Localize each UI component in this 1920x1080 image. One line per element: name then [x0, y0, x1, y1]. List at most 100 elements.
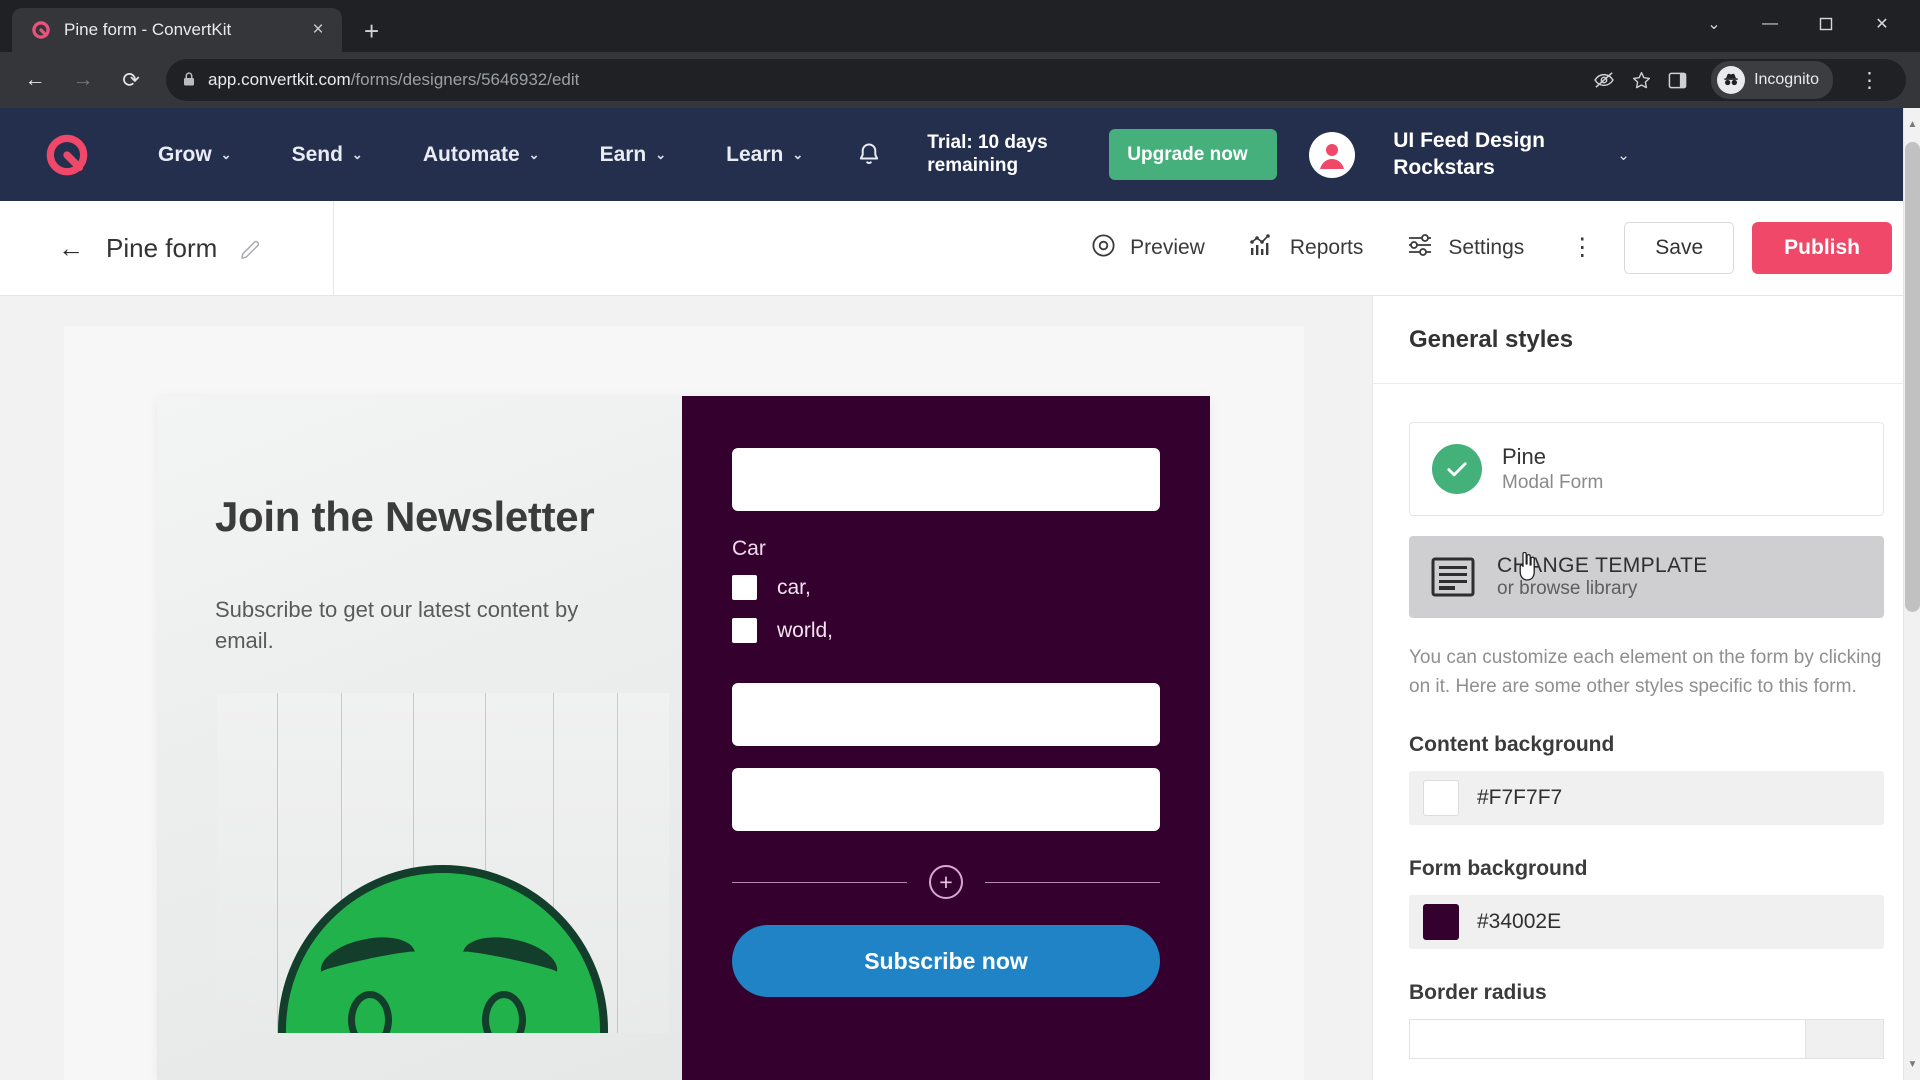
editor-workarea: Join the Newsletter Subscribe to get our… [0, 296, 1920, 1080]
back-icon[interactable]: ← [14, 59, 56, 101]
styles-panel: General styles Pine Modal Form CHANGE TE… [1372, 296, 1920, 1080]
minimize-icon[interactable]: — [1742, 4, 1798, 44]
chevron-down-icon[interactable]: ⌄ [1686, 4, 1742, 44]
scroll-up-icon[interactable]: ▲ [1904, 114, 1920, 134]
preview-label: Preview [1130, 236, 1205, 259]
profile-chip[interactable]: Incognito [1711, 61, 1833, 99]
plus-circle-icon[interactable]: + [929, 865, 963, 899]
add-block-divider: + [732, 865, 1160, 899]
subscribe-button[interactable]: Subscribe now [732, 925, 1160, 997]
preview-button[interactable]: Preview [1068, 232, 1227, 265]
browser-tabstrip: Pine form - ConvertKit × + ⌄ — ✕ [0, 0, 1920, 52]
save-button[interactable]: Save [1624, 222, 1735, 274]
form-content-side[interactable]: Join the Newsletter Subscribe to get our… [157, 396, 682, 1080]
upgrade-button[interactable]: Upgrade now [1109, 128, 1278, 181]
checkbox-box[interactable] [732, 575, 757, 600]
page-viewport: Grow ⌄ Send ⌄ Automate ⌄ Earn ⌄ Learn ⌄ Trial… [0, 108, 1920, 1080]
address-bar[interactable]: app.convertkit.com/forms/designers/56469… [166, 59, 1906, 101]
star-icon[interactable] [1631, 70, 1652, 91]
checkbox-box[interactable] [732, 618, 757, 643]
form-headline[interactable]: Join the Newsletter [215, 492, 624, 542]
border-radius-unit[interactable] [1805, 1020, 1883, 1059]
page-scrollbar[interactable]: ▲ ▼ [1903, 108, 1920, 1080]
more-options-icon[interactable]: ⋮ [1546, 236, 1618, 260]
browser-menu-icon[interactable]: ⋮ [1849, 68, 1890, 93]
scroll-down-icon[interactable]: ▼ [1904, 1054, 1920, 1074]
checkbox-group-label: Car [732, 537, 766, 560]
change-template-button[interactable]: CHANGE TEMPLATE or browse library [1409, 536, 1884, 619]
content-background-value: #F7F7F7 [1477, 786, 1563, 810]
current-template-card[interactable]: Pine Modal Form [1409, 422, 1884, 517]
convertkit-logo[interactable] [40, 128, 94, 182]
checkbox-option-world[interactable]: world, [732, 618, 1160, 643]
nav-item-learn[interactable]: Learn ⌄ [696, 143, 833, 167]
chevron-down-icon: ⌄ [655, 146, 667, 162]
close-window-icon[interactable]: ✕ [1854, 4, 1910, 44]
form-modal-preview: Join the Newsletter Subscribe to get our… [157, 396, 1210, 1080]
form-background-field[interactable]: #34002E [1409, 895, 1884, 950]
template-type: Modal Form [1502, 471, 1604, 493]
app-nav-items: Grow ⌄ Send ⌄ Automate ⌄ Earn ⌄ Learn ⌄ [128, 143, 833, 167]
close-icon[interactable]: × [306, 19, 330, 41]
convertkit-logo-icon [30, 19, 52, 41]
border-radius-input[interactable] [1410, 1020, 1805, 1059]
panel-body: Pine Modal Form CHANGE TEMPLATE or brows… [1373, 384, 1920, 1080]
template-info: Pine Modal Form [1502, 443, 1603, 495]
nav-item-earn[interactable]: Earn ⌄ [570, 143, 697, 167]
editor-toolbar-right: Preview Reports Settings ⋮ Save Publish [1068, 222, 1920, 274]
check-icon [1432, 444, 1482, 495]
incognito-icon [1717, 66, 1746, 94]
tab-title: Pine form - ConvertKit [64, 20, 232, 39]
form-subheadline[interactable]: Subscribe to get our latest content by e… [215, 594, 624, 658]
forward-icon[interactable]: → [62, 59, 104, 101]
nav-label: Earn [599, 142, 647, 166]
url-path: /forms/designers/5646932/edit [350, 70, 580, 89]
lock-icon [182, 71, 196, 90]
maximize-icon[interactable] [1798, 4, 1854, 44]
url-domain: app.convertkit.com [208, 70, 351, 89]
page-scrollbar-thumb[interactable] [1905, 142, 1920, 612]
chevron-down-icon[interactable]: ⌄ [1617, 146, 1630, 164]
form-canvas: Join the Newsletter Subscribe to get our… [0, 296, 1372, 1080]
nav-item-automate[interactable]: Automate ⌄ [393, 143, 570, 167]
content-background-label: Content background [1409, 733, 1615, 757]
publish-button[interactable]: Publish [1752, 222, 1892, 274]
settings-button[interactable]: Settings [1385, 232, 1546, 264]
nav-item-grow[interactable]: Grow ⌄ [128, 143, 262, 167]
bell-icon[interactable] [855, 141, 883, 169]
nav-label: Grow [158, 142, 212, 166]
color-swatch[interactable] [1423, 904, 1459, 941]
nav-item-send[interactable]: Send ⌄ [262, 143, 393, 167]
browser-tab[interactable]: Pine form - ConvertKit × [12, 8, 342, 52]
new-tab-button[interactable]: + [364, 18, 379, 44]
nav-label: Send [291, 142, 343, 166]
form-fields-side: Car car, world, + Subscribe now [682, 396, 1210, 1080]
avatar[interactable] [1309, 131, 1356, 178]
reports-button[interactable]: Reports [1227, 232, 1386, 264]
checkbox-label: car, [777, 575, 811, 599]
omnibox-actions: Incognito ⋮ [1593, 61, 1890, 99]
panel-title: General styles [1409, 325, 1574, 353]
template-name: Pine [1502, 444, 1547, 469]
change-template-text: CHANGE TEMPLATE or browse library [1497, 554, 1708, 600]
form-image[interactable] [217, 693, 669, 1034]
back-icon[interactable]: ← [58, 235, 84, 261]
reports-label: Reports [1289, 236, 1364, 259]
side-panel-icon[interactable] [1668, 71, 1687, 90]
settings-label: Settings [1448, 236, 1525, 259]
browser-toolbar: ← → ⟳ app.convertkit.com/forms/designers… [0, 52, 1920, 108]
color-swatch[interactable] [1423, 780, 1459, 817]
nav-label: Learn [726, 142, 784, 166]
border-radius-field[interactable] [1409, 1019, 1884, 1060]
checkbox-option-car[interactable]: car, [732, 575, 1160, 600]
account-name[interactable]: UI Feed Design Rockstars [1393, 128, 1563, 181]
extra-field-2[interactable] [732, 768, 1160, 831]
extra-field-1[interactable] [732, 683, 1160, 746]
email-field[interactable] [732, 448, 1160, 511]
chart-icon [1249, 232, 1277, 264]
pencil-icon[interactable] [239, 237, 262, 260]
chevron-down-icon: ⌄ [220, 146, 232, 162]
content-background-field[interactable]: #F7F7F7 [1409, 771, 1884, 826]
reload-icon[interactable]: ⟳ [110, 59, 152, 101]
eye-slash-icon[interactable] [1593, 71, 1615, 89]
